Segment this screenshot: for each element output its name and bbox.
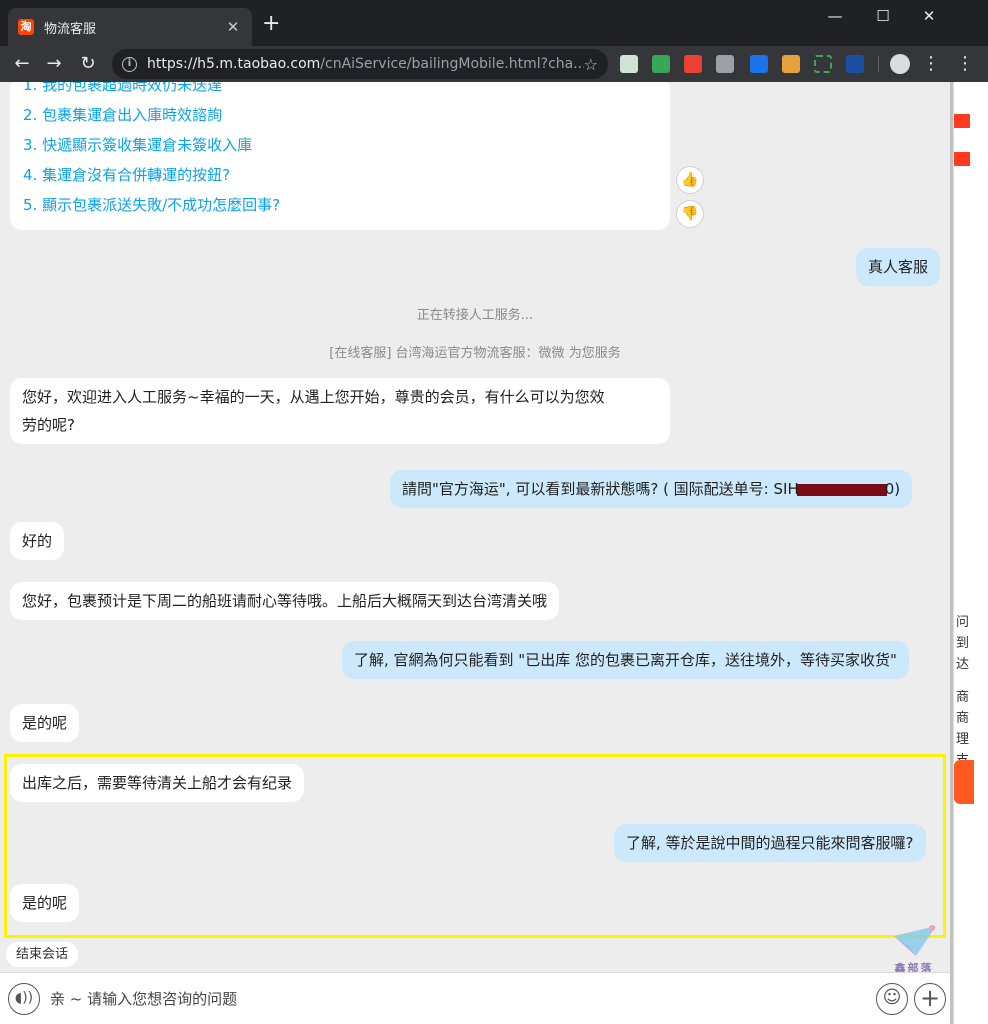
address-bar[interactable]: i https://h5.m.taobao.com/cnAiService/ba… [112, 49, 608, 79]
agent-message: 好的 [10, 522, 65, 560]
back-icon[interactable]: ← [10, 52, 34, 76]
chat-window: 1. 我的包裹超過時效仍未送達 2. 包裹集運倉出入庫時效諮詢 3. 快遞顯示簽… [0, 82, 950, 972]
extension-face-icon[interactable] [782, 55, 800, 73]
url-text: https://h5.m.taobao.com/cnAiService/bail… [147, 56, 584, 72]
user-message: 真人客服 [856, 248, 941, 286]
agent-message: 您好，包裹预计是下周二的船班请耐心等待哦。上船后大概隔天到达台湾清关哦 [10, 582, 560, 620]
scrollbar[interactable] [950, 82, 953, 1024]
add-attachment-icon[interactable]: + [914, 983, 946, 1015]
voice-icon[interactable]: ◖)) [8, 983, 40, 1015]
message-input[interactable] [50, 985, 850, 1013]
thumbs-down-icon[interactable]: 👎 [676, 200, 704, 228]
extension-app-icon[interactable] [684, 55, 702, 73]
extension-search-icon[interactable] [846, 55, 864, 73]
thumbs-up-icon[interactable]: 👍 [676, 166, 704, 194]
maximize-icon[interactable]: ☐ [860, 6, 906, 26]
browser-title-bar: 淘 物流客服 ✕ + — ☐ ✕ [0, 0, 988, 46]
reload-icon[interactable]: ↻ [76, 52, 100, 76]
page-menu-icon[interactable]: ⋮ [956, 52, 974, 76]
watermark-text: 鑫部落 [894, 962, 934, 972]
system-message: [在线客服] 台湾海运官方物流客服：微微 为您服务 [329, 346, 621, 361]
background-page-strip: 问 到 达 商 商 理 支 到 [953, 82, 988, 1024]
extension-mail-icon[interactable] [652, 55, 670, 73]
agent-message: 您好，欢迎进入人工服务~幸福的一天，从遇上您开始，尊贵的会员，有什么可以为您效 … [10, 378, 670, 444]
faq-item[interactable]: 2. 包裹集運倉出入庫時效諮詢 [23, 100, 657, 130]
forward-icon[interactable]: → [42, 52, 66, 76]
info-icon[interactable]: i [122, 56, 137, 72]
agent-message: 是的呢 [10, 884, 80, 922]
redacted-tracking-number [796, 483, 887, 496]
side-banner-image [954, 760, 974, 804]
extension-share-icon[interactable] [750, 55, 768, 73]
tab-title: 物流客服 [44, 21, 97, 37]
profile-icon[interactable] [890, 54, 910, 74]
star-icon[interactable]: ☆ [584, 55, 598, 74]
browser-toolbar: ← → ↻ i https://h5.m.taobao.com/cnAiServ… [0, 46, 988, 82]
extension-note-icon[interactable] [620, 55, 638, 73]
faq-item[interactable]: 4. 集運倉沒有合併轉運的按鈕? [23, 160, 657, 190]
agent-message: 是的呢 [10, 704, 80, 742]
browser-tab[interactable]: 淘 物流客服 ✕ [8, 8, 252, 46]
emoji-icon[interactable]: ☺ [876, 983, 908, 1015]
end-chat-button[interactable]: 结束会话 [6, 942, 79, 967]
taobao-favicon-icon: 淘 [18, 19, 34, 35]
system-message: 正在转接人工服务... [416, 308, 534, 323]
extension-briefcase-icon[interactable] [716, 55, 734, 73]
agent-message: 出库之后，需要等待清关上船才会有纪录 [10, 764, 305, 802]
message-input-bar: ◖)) ☺ + [0, 972, 950, 1024]
menu-icon[interactable]: ⋮ [922, 52, 940, 76]
faq-item[interactable]: 3. 快遞顯示簽收集運倉未簽收入庫 [23, 130, 657, 160]
user-message: 了解, 官網為何只能看到 "已出库 您的包裹已离开仓库，送往境外，等待买家收货" [342, 641, 909, 679]
user-message: 了解, 等於是說中間的過程只能來問客服囉? [614, 824, 926, 862]
faq-card: 1. 我的包裹超過時效仍未送達 2. 包裹集運倉出入庫時效諮詢 3. 快遞顯示簽… [10, 82, 670, 230]
window-close-icon[interactable]: ✕ [906, 6, 952, 26]
new-tab-icon[interactable]: + [262, 13, 280, 35]
faq-item[interactable]: 5. 顯示包裹派送失敗/不成功怎麼回事? [23, 190, 657, 220]
extension-capture-icon[interactable] [814, 55, 832, 73]
faq-item[interactable]: 1. 我的包裹超過時效仍未送達 [23, 82, 657, 100]
minimize-icon[interactable]: — [812, 6, 858, 26]
tab-close-icon[interactable]: ✕ [224, 18, 242, 36]
user-message: 請問"官方海运", 可以看到最新狀態嗎? ( 国际配送单号: SIH 0) [390, 470, 913, 508]
